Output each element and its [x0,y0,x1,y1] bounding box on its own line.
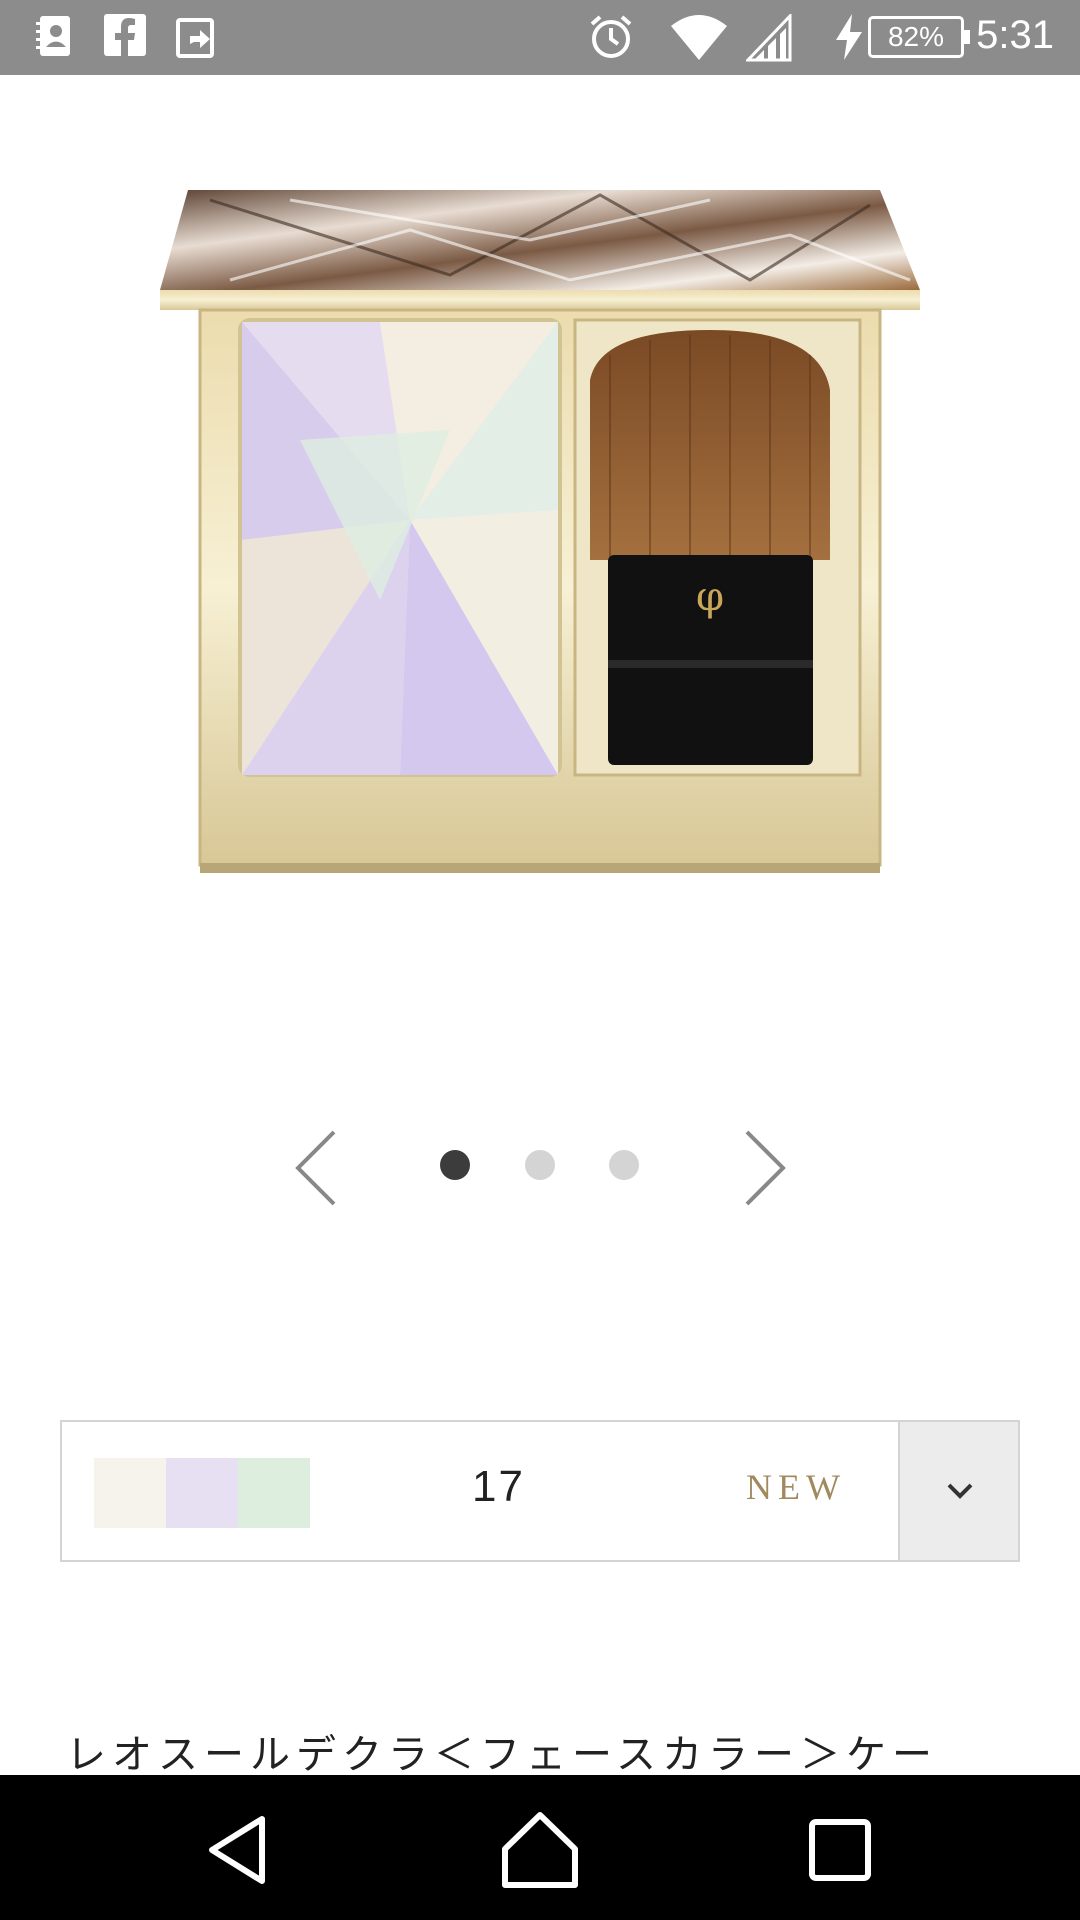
new-badge: NEW [746,1467,846,1507]
signal-icon [746,14,792,62]
status-bar: 82% 5:31 [0,0,1080,75]
alarm-icon [590,15,632,58]
carousel-dot-2[interactable] [525,1150,555,1180]
shade-number: 17 [472,1462,525,1511]
chevron-down-icon [947,1483,973,1499]
swatch-2 [166,1458,238,1528]
product-image[interactable]: φ [150,180,930,920]
status-time: 5:31 [976,13,1054,57]
recents-square-icon[interactable] [795,1805,885,1895]
contacts-icon [36,16,70,56]
wifi-icon [671,15,727,60]
home-icon[interactable] [495,1805,585,1895]
charging-icon [836,14,862,60]
carousel-dot-1[interactable] [440,1150,470,1180]
image-carousel-nav [0,1120,1080,1210]
svg-text:φ: φ [696,574,724,620]
carousel-dot-3[interactable] [609,1150,639,1180]
battery-indicator: 82% [868,16,970,58]
shade-selector[interactable]: 17 NEW [60,1420,1020,1562]
product-title: レオスールデクラ＜フェースカラー＞ケー [66,1732,938,1778]
facebook-icon [104,14,146,56]
chevron-right-icon[interactable] [735,1128,805,1208]
chevron-left-icon[interactable] [290,1128,360,1208]
share-icon [176,18,214,58]
system-nav-bar [0,1775,1080,1920]
shade-dropdown-button[interactable] [898,1422,1018,1560]
swatch-3 [238,1458,310,1528]
back-triangle-icon[interactable] [196,1805,286,1895]
swatch-1 [94,1458,166,1528]
